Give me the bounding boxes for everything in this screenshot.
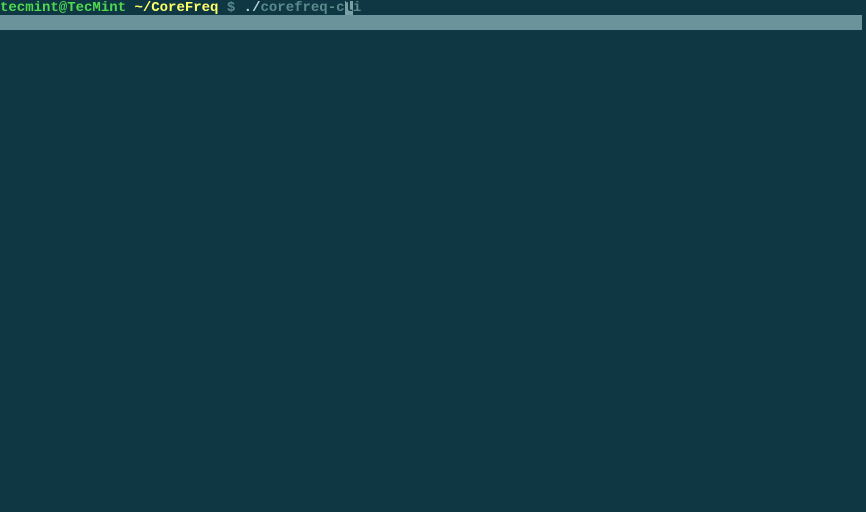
selection-highlight bbox=[0, 15, 862, 30]
terminal-window[interactable]: tecmint@TecMint ~/CoreFreq $ ./ corefreq… bbox=[0, 0, 866, 512]
prompt-line[interactable]: tecmint@TecMint ~/CoreFreq $ ./ corefreq… bbox=[0, 0, 866, 16]
